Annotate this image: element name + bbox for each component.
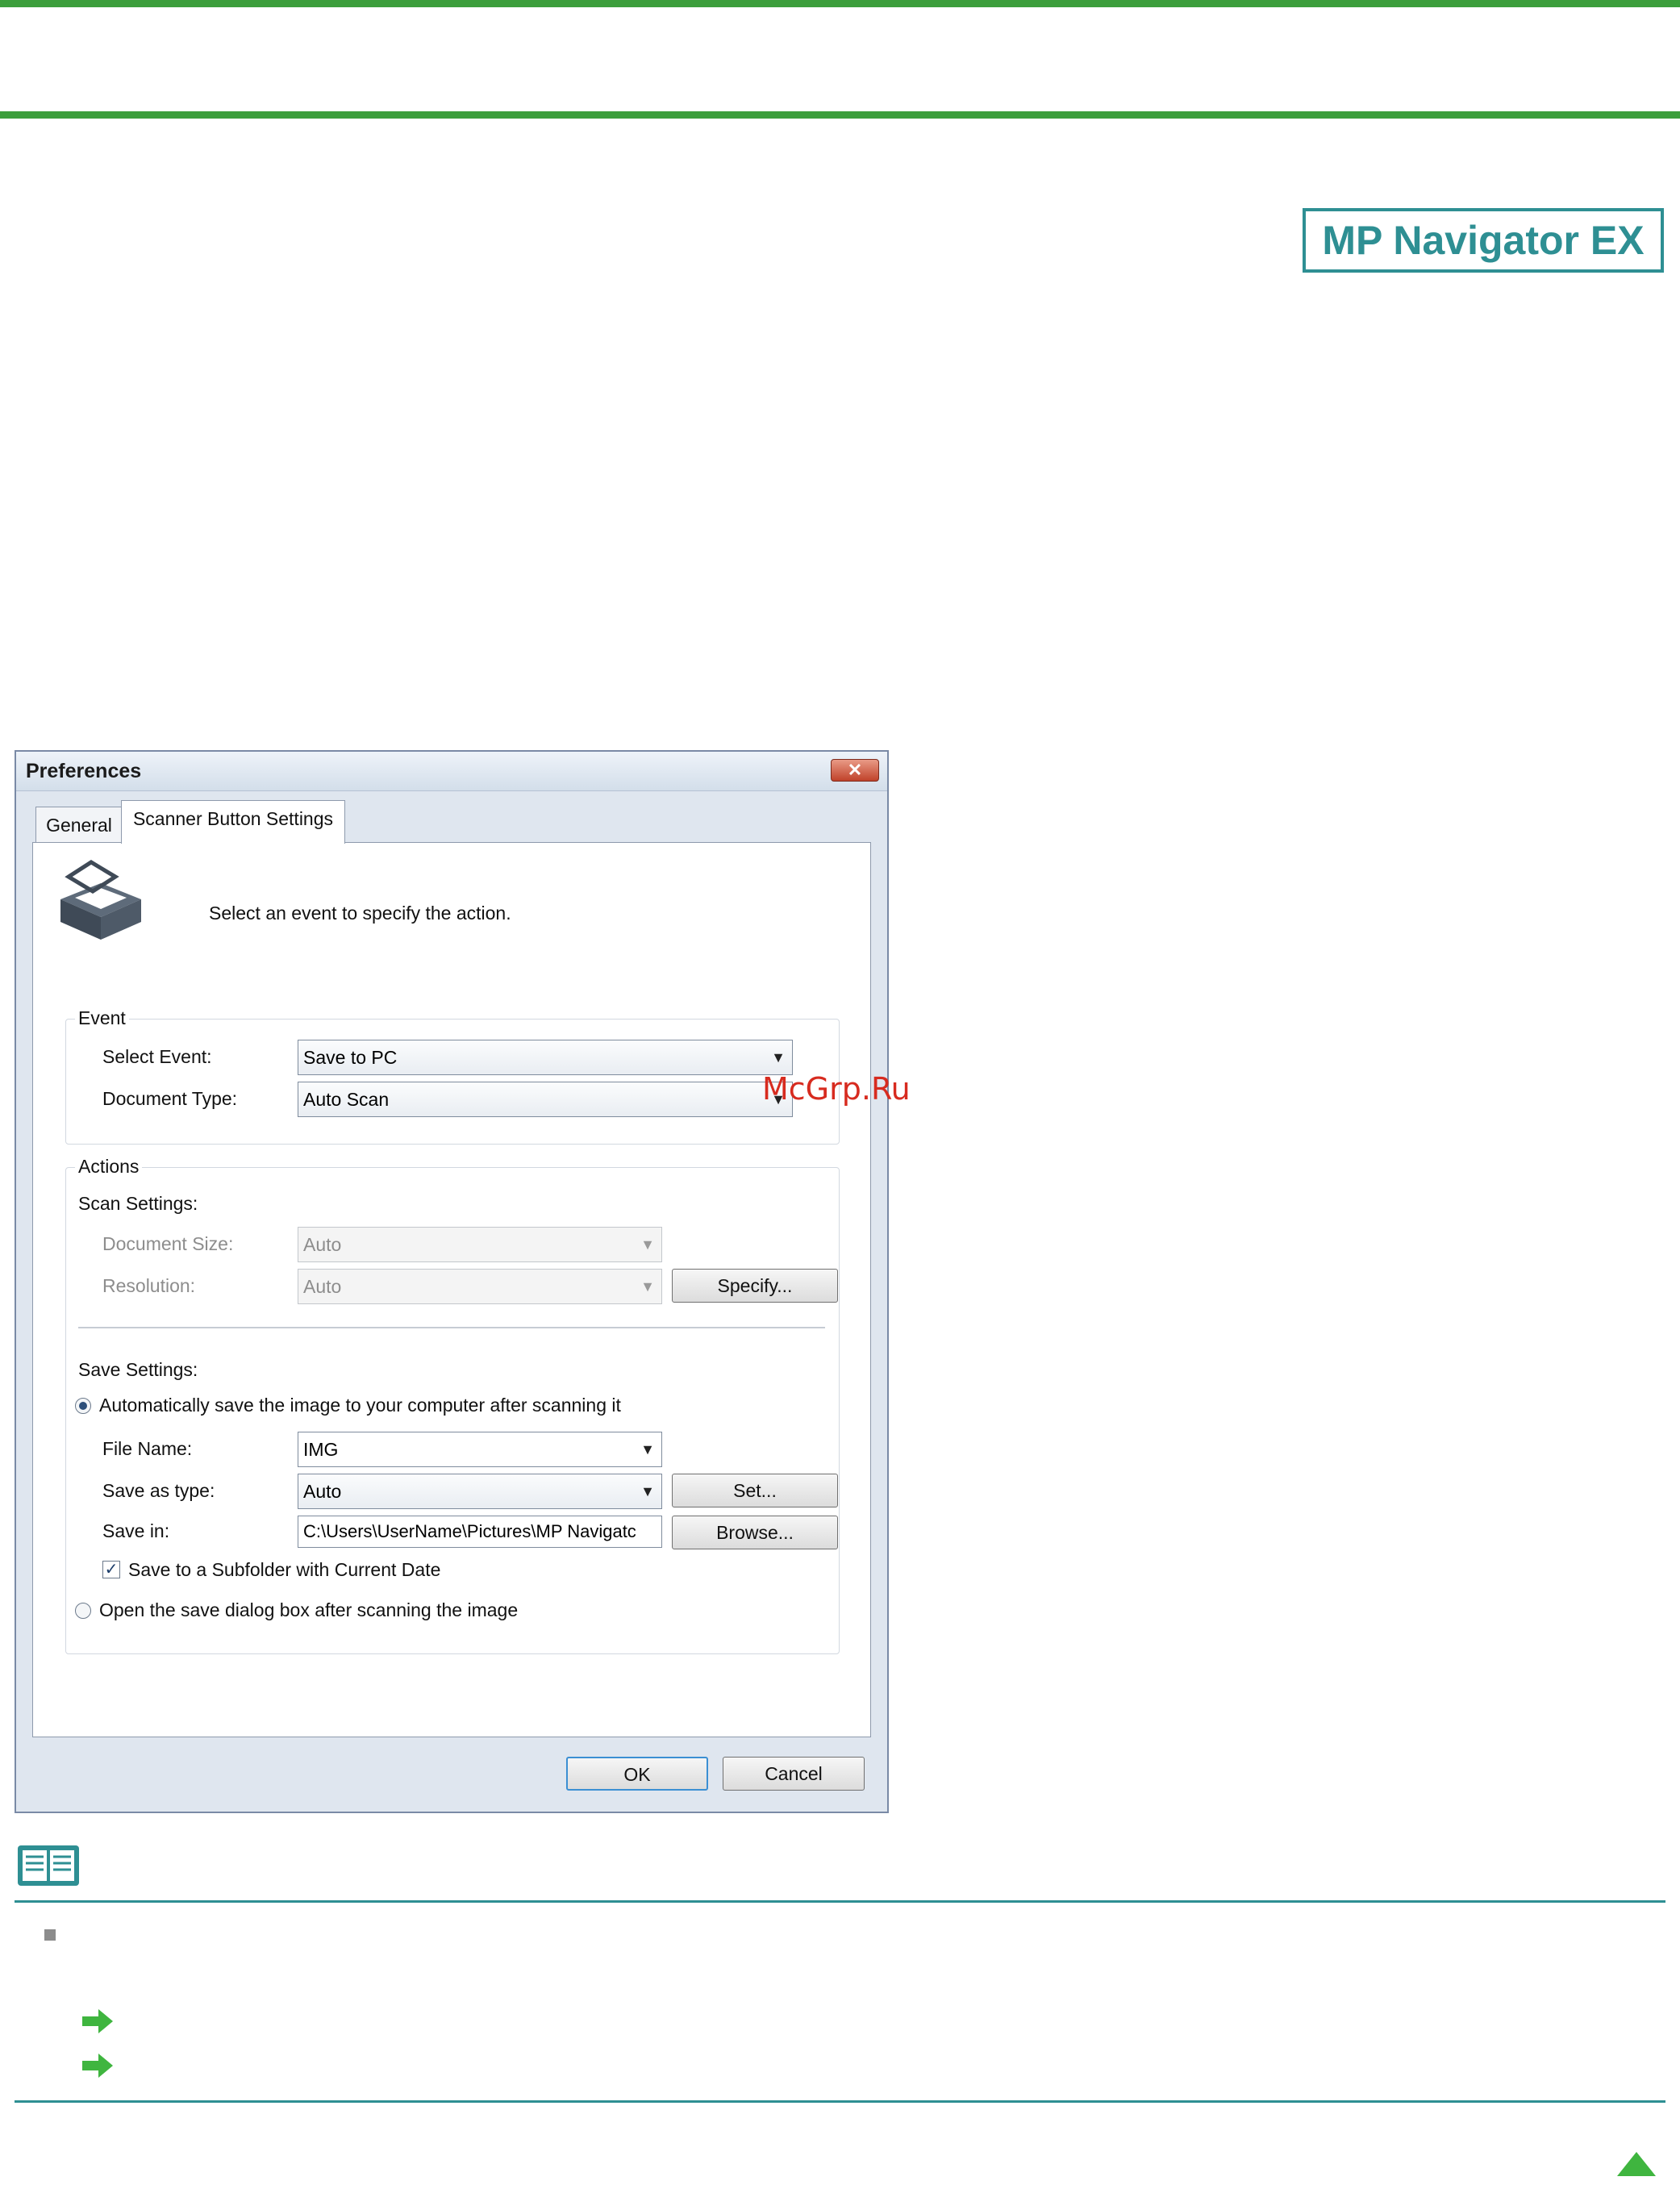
note-top-rule (15, 1900, 1665, 1903)
note-bottom-rule (15, 2100, 1665, 2103)
document-size-label: Document Size: (102, 1233, 234, 1254)
file-name-label: File Name: (102, 1438, 193, 1459)
top-triangle-icon[interactable] (1617, 2152, 1656, 2176)
tab-scanner-button-settings[interactable]: Scanner Button Settings (121, 800, 345, 844)
cancel-button[interactable]: Cancel (723, 1757, 865, 1791)
scan-settings-label: Scan Settings: (78, 1193, 198, 1214)
scanner-icon (60, 860, 141, 940)
save-as-type-value: Auto (303, 1481, 342, 1502)
top-rule (0, 0, 1680, 7)
auto-save-option-label[interactable]: Automatically save the image to your com… (99, 1395, 621, 1416)
dialog-title: Preferences (26, 760, 142, 782)
subfolder-checkbox[interactable]: ✓ (102, 1561, 120, 1578)
event-group-title: Event (75, 1007, 129, 1029)
mp-navigator-logo: MP Navigator EX (1303, 208, 1664, 273)
save-in-label: Save in: (102, 1520, 170, 1541)
resolution-dropdown[interactable]: Auto ▼ (298, 1269, 662, 1304)
chevron-down-icon: ▼ (771, 1049, 786, 1065)
chevron-down-icon: ▼ (640, 1236, 655, 1253)
select-event-label: Select Event: (102, 1046, 212, 1067)
bullet-icon (44, 1929, 56, 1941)
set-button[interactable]: Set... (672, 1474, 838, 1507)
open-dialog-option-label[interactable]: Open the save dialog box after scanning … (99, 1599, 518, 1621)
save-settings-separator (78, 1327, 825, 1328)
document-size-dropdown[interactable]: Auto ▼ (298, 1227, 662, 1262)
chevron-down-icon: ▼ (640, 1278, 655, 1295)
auto-save-radio[interactable] (75, 1398, 91, 1414)
green-arrow-icon[interactable] (82, 2009, 113, 2033)
select-event-value: Save to PC (303, 1047, 398, 1068)
tab-panel: Select an event to specify the action. E… (32, 842, 871, 1737)
dialog-titlebar: Preferences ✕ (16, 752, 887, 791)
tab-general[interactable]: General (35, 807, 123, 842)
save-as-type-dropdown[interactable]: Auto ▼ (298, 1474, 662, 1509)
file-name-combo[interactable]: IMG ▼ (298, 1432, 662, 1467)
save-settings-label: Save Settings: (78, 1359, 198, 1380)
document-type-label: Document Type: (102, 1088, 238, 1109)
chevron-down-icon: ▼ (640, 1441, 655, 1457)
actions-group-title: Actions (75, 1156, 143, 1178)
note-book-icon (18, 1845, 79, 1886)
resolution-value: Auto (303, 1276, 342, 1297)
document-size-value: Auto (303, 1234, 342, 1255)
header-rule (0, 111, 1680, 119)
chevron-down-icon: ▼ (640, 1483, 655, 1499)
specify-button[interactable]: Specify... (672, 1269, 838, 1303)
save-as-type-label: Save as type: (102, 1480, 215, 1501)
document-type-value: Auto Scan (303, 1089, 390, 1110)
resolution-label: Resolution: (102, 1275, 196, 1296)
ok-button[interactable]: OK (566, 1757, 708, 1791)
save-in-field[interactable]: C:\Users\UserName\Pictures\MP Navigatc (298, 1516, 662, 1548)
green-arrow-icon[interactable] (82, 2054, 113, 2078)
watermark-text: McGrp.Ru (762, 1071, 911, 1107)
close-button[interactable]: ✕ (831, 759, 879, 782)
intro-text: Select an event to specify the action. (209, 903, 511, 924)
browse-button[interactable]: Browse... (672, 1516, 838, 1549)
preferences-dialog: Preferences ✕ General Scanner Button Set… (15, 750, 889, 1813)
subfolder-checkbox-label[interactable]: Save to a Subfolder with Current Date (128, 1559, 440, 1581)
open-dialog-radio[interactable] (75, 1603, 91, 1619)
document-type-dropdown[interactable]: Auto Scan ▼ (298, 1082, 793, 1117)
select-event-dropdown[interactable]: Save to PC ▼ (298, 1040, 793, 1075)
file-name-value: IMG (303, 1439, 339, 1460)
